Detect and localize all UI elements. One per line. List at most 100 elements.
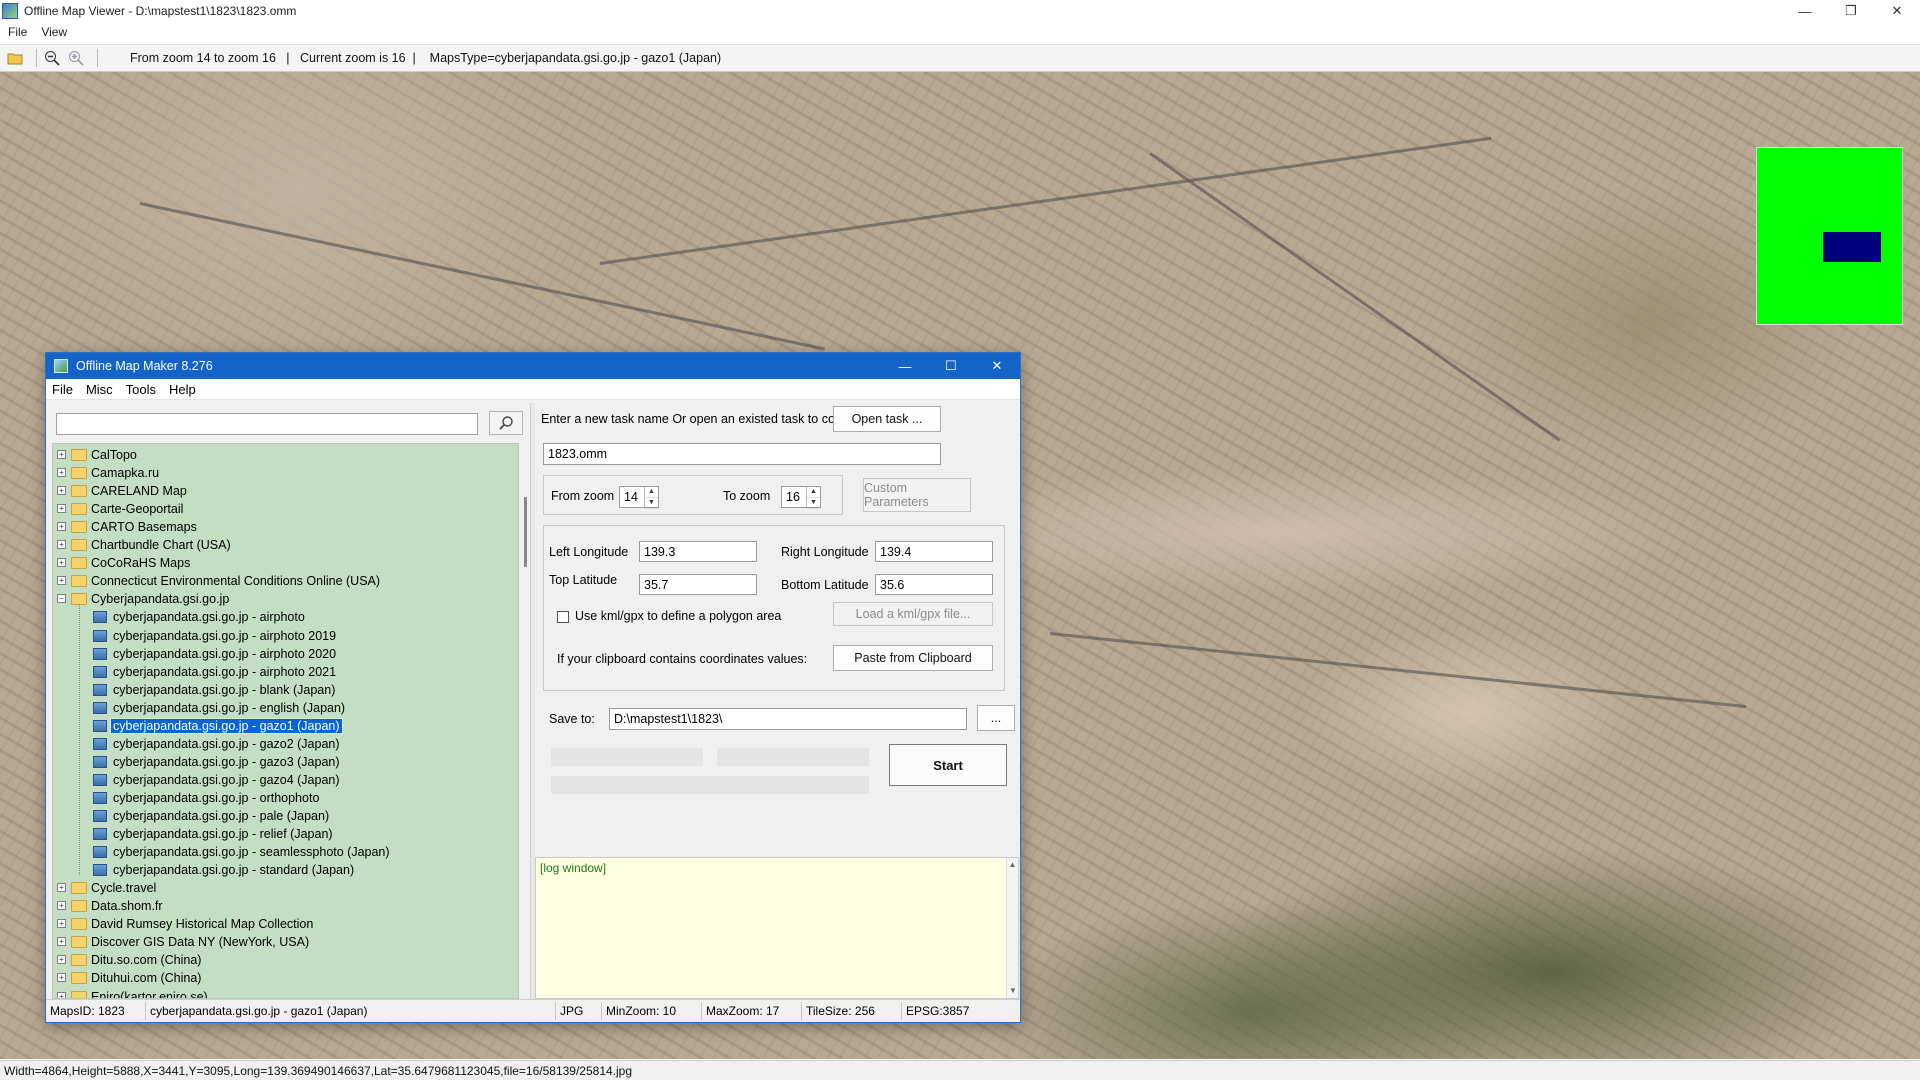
scroll-up-icon[interactable]: ▲ — [1007, 858, 1018, 872]
tree-folder-item[interactable]: + Cycle.travel — [53, 879, 518, 897]
spin-down-icon[interactable]: ▼ — [645, 498, 658, 509]
tree-map-item[interactable]: cyberjapandata.gsi.go.jp - orthophoto — [53, 789, 518, 807]
expand-icon[interactable]: + — [57, 955, 66, 965]
expand-icon[interactable]: + — [57, 973, 66, 983]
tree-item-label: Data.shom.fr — [91, 899, 163, 914]
tree-map-item[interactable]: cyberjapandata.gsi.go.jp - gazo4 (Japan) — [53, 771, 518, 789]
folder-icon — [71, 972, 87, 985]
bottom-latitude-field[interactable]: 35.6 — [875, 574, 993, 595]
tree-map-item[interactable]: cyberjapandata.gsi.go.jp - airphoto 2019 — [53, 627, 518, 645]
expand-icon[interactable]: + — [57, 486, 66, 496]
tree-folder-item[interactable]: + CARELAND Map — [53, 482, 518, 500]
collapse-icon[interactable]: − — [57, 594, 66, 604]
tree-folder-item[interactable]: + David Rumsey Historical Map Collection — [53, 915, 518, 933]
zoom-out-icon[interactable] — [43, 49, 61, 67]
minimize-button[interactable]: — — [1782, 0, 1828, 22]
dialog-menu-misc[interactable]: Misc — [86, 382, 113, 397]
tree-map-item[interactable]: cyberjapandata.gsi.go.jp - gazo3 (Japan) — [53, 753, 518, 771]
search-button[interactable] — [489, 411, 523, 435]
paste-from-clipboard-button[interactable]: Paste from Clipboard — [833, 645, 993, 671]
custom-parameters-button[interactable]: Custom Parameters — [863, 478, 971, 512]
search-input[interactable] — [56, 413, 478, 435]
open-folder-icon[interactable] — [6, 49, 24, 67]
expand-icon[interactable]: + — [57, 937, 66, 947]
maps-tree[interactable]: + CalTopo + Camapka.ru + CARELAND Map + Carte-G… — [52, 443, 519, 999]
tree-map-item[interactable]: cyberjapandata.gsi.go.jp - gazo1 (Japan) — [53, 717, 518, 735]
expand-icon[interactable]: + — [57, 504, 66, 514]
expand-icon[interactable]: + — [57, 540, 66, 550]
tree-map-item[interactable]: cyberjapandata.gsi.go.jp - relief (Japan… — [53, 825, 518, 843]
tree-map-item[interactable]: cyberjapandata.gsi.go.jp - airphoto — [53, 608, 518, 626]
top-latitude-label: Top Latitude — [549, 573, 618, 587]
expand-icon[interactable]: + — [57, 901, 66, 911]
tree-folder-item[interactable]: + Data.shom.fr — [53, 897, 518, 915]
tree-map-item[interactable]: cyberjapandata.gsi.go.jp - seamlessphoto… — [53, 843, 518, 861]
restore-button[interactable]: ❐ — [1828, 0, 1874, 22]
expand-icon[interactable]: + — [57, 919, 66, 929]
minimap-viewport[interactable] — [1823, 232, 1881, 262]
expand-icon[interactable]: + — [57, 558, 66, 568]
tree-map-item[interactable]: cyberjapandata.gsi.go.jp - gazo2 (Japan) — [53, 735, 518, 753]
dialog-title-bar[interactable]: Offline Map Maker 8.276 — ☐ ✕ — [46, 353, 1020, 379]
use-kml-checkbox[interactable] — [557, 611, 569, 623]
tree-folder-item[interactable]: + CoCoRaHS Maps — [53, 554, 518, 572]
expand-icon[interactable]: + — [57, 450, 66, 459]
status-tile-size: TileSize: 256 — [802, 1001, 902, 1020]
scroll-down-icon[interactable]: ▼ — [1007, 984, 1019, 998]
left-longitude-field[interactable]: 139.3 — [639, 541, 757, 562]
menu-file[interactable]: File — [8, 25, 27, 39]
expand-icon[interactable]: + — [57, 576, 66, 586]
tree-scroll-thumb[interactable] — [524, 497, 527, 567]
dialog-title: Offline Map Maker 8.276 — [76, 359, 213, 373]
dialog-menu-help[interactable]: Help — [169, 382, 196, 397]
map-layer-icon — [93, 755, 107, 768]
tree-folder-item[interactable]: + CalTopo — [53, 446, 518, 464]
expand-icon[interactable]: + — [57, 522, 66, 532]
dialog-minimize-button[interactable]: — — [882, 353, 928, 379]
start-button[interactable]: Start — [889, 744, 1007, 786]
tree-map-item[interactable]: cyberjapandata.gsi.go.jp - standard (Jap… — [53, 861, 518, 879]
log-scrollbar[interactable]: ▲ ▼ — [1006, 858, 1018, 998]
open-task-button[interactable]: Open task ... — [833, 406, 941, 432]
tree-folder-item[interactable]: + Discover GIS Data NY (NewYork, USA) — [53, 933, 518, 951]
tree-map-item[interactable]: cyberjapandata.gsi.go.jp - pale (Japan) — [53, 807, 518, 825]
spin-up-icon[interactable]: ▲ — [807, 487, 820, 498]
tree-map-item[interactable]: cyberjapandata.gsi.go.jp - english (Japa… — [53, 699, 518, 717]
menu-view[interactable]: View — [41, 25, 67, 39]
dialog-menu-file[interactable]: File — [52, 382, 73, 397]
right-longitude-field[interactable]: 139.4 — [875, 541, 993, 562]
to-zoom-stepper[interactable]: 16 ▲ ▼ — [781, 486, 821, 509]
tree-folder-item[interactable]: + Dituhui.com (China) — [53, 969, 518, 987]
spin-down-icon[interactable]: ▼ — [807, 498, 820, 509]
tree-map-item[interactable]: cyberjapandata.gsi.go.jp - airphoto 2021 — [53, 663, 518, 681]
overview-minimap[interactable] — [1756, 147, 1903, 325]
zoom-in-icon[interactable] — [67, 49, 85, 67]
load-kml-button[interactable]: Load a kml/gpx file... — [833, 602, 993, 626]
tree-folder-item[interactable]: − Cyberjapandata.gsi.go.jp — [53, 590, 518, 608]
browse-folder-button[interactable]: ... — [977, 705, 1015, 731]
close-button[interactable]: ✕ — [1874, 0, 1920, 22]
expand-icon[interactable]: + — [57, 468, 66, 478]
log-window[interactable]: [log window] ▲ ▼ — [535, 857, 1019, 999]
folder-icon — [71, 521, 87, 534]
tree-map-item[interactable]: cyberjapandata.gsi.go.jp - airphoto 2020 — [53, 645, 518, 663]
top-latitude-field[interactable]: 35.7 — [639, 574, 757, 595]
tree-map-item[interactable]: cyberjapandata.gsi.go.jp - blank (Japan) — [53, 681, 518, 699]
tree-folder-item[interactable]: + Carte-Geoportail — [53, 500, 518, 518]
tree-folder-item[interactable]: + Chartbundle Chart (USA) — [53, 536, 518, 554]
from-zoom-stepper[interactable]: 14 ▲ ▼ — [619, 486, 659, 509]
task-name-field[interactable]: 1823.omm — [543, 443, 941, 465]
save-to-field[interactable]: D:\mapstest1\1823\ — [609, 708, 967, 730]
tree-scrollbar[interactable] — [522, 443, 530, 999]
dialog-maximize-button[interactable]: ☐ — [928, 353, 974, 379]
dialog-close-button[interactable]: ✕ — [974, 353, 1020, 379]
spin-up-icon[interactable]: ▲ — [645, 487, 658, 498]
tree-folder-item[interactable]: + Connecticut Environmental Conditions On… — [53, 572, 518, 590]
tree-folder-item[interactable]: + Camapka.ru — [53, 464, 518, 482]
dialog-menu-tools[interactable]: Tools — [126, 382, 156, 397]
tree-folder-item[interactable]: + CARTO Basemaps — [53, 518, 518, 536]
expand-icon[interactable]: + — [57, 991, 66, 998]
tree-folder-item[interactable]: + Ditu.so.com (China) — [53, 951, 518, 969]
expand-icon[interactable]: + — [57, 883, 66, 893]
tree-folder-item[interactable]: + Eniro(kartor.eniro.se) — [53, 988, 518, 998]
